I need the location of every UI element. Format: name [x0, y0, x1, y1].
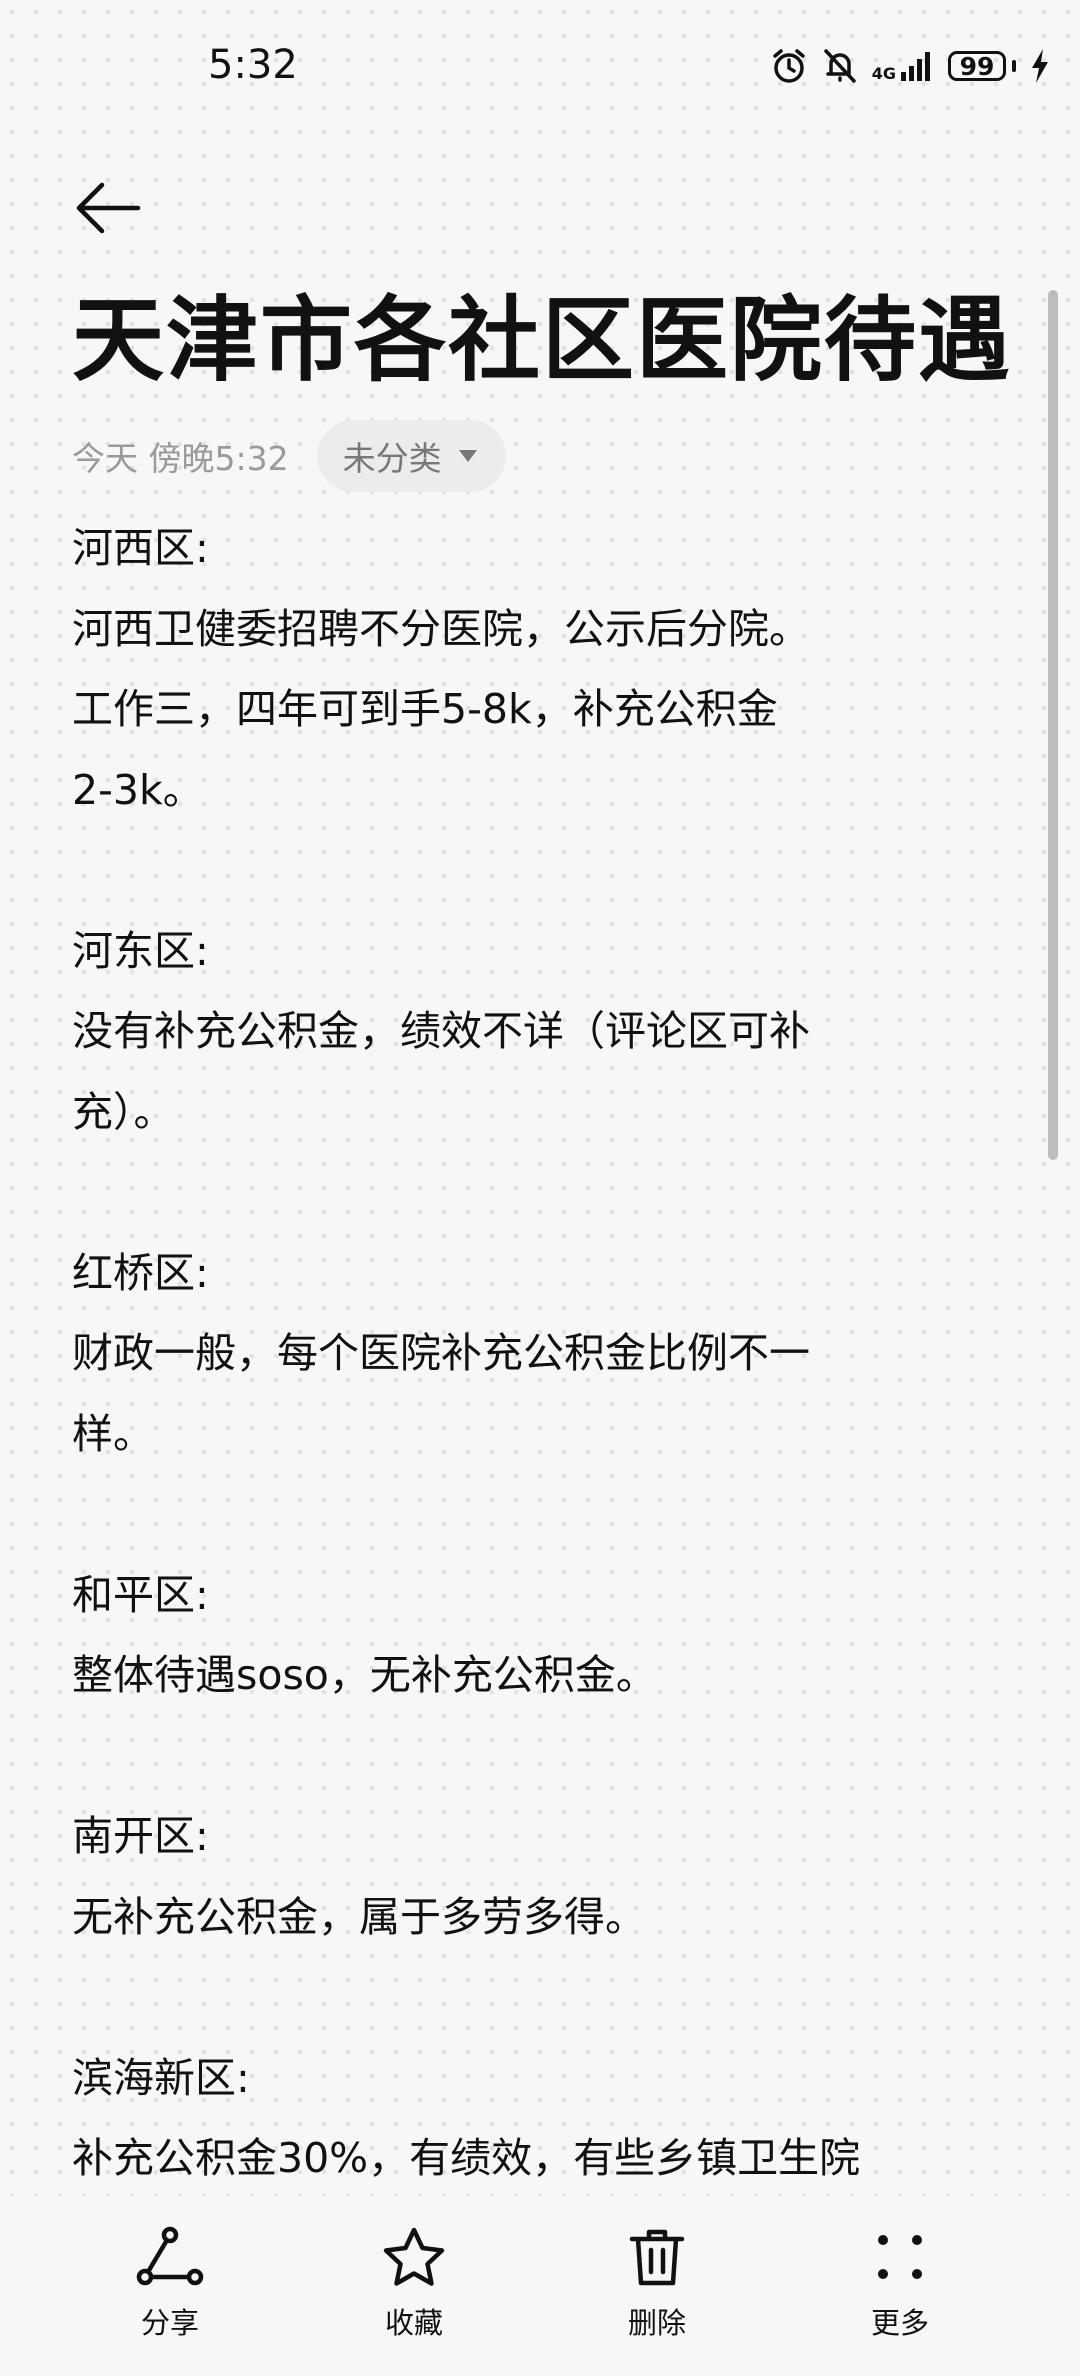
note-timestamp: 今天 傍晚5:32: [72, 439, 289, 478]
network-type: 4G: [871, 64, 896, 83]
note-title[interactable]: 天津市各社区医院待遇: [72, 290, 1012, 391]
trash-icon: [629, 2229, 685, 2286]
share-button[interactable]: 分享: [100, 2226, 240, 2342]
more-label: 更多: [870, 2306, 929, 2340]
status-time: 5:32: [208, 42, 298, 88]
favorite-button[interactable]: 收藏: [344, 2226, 484, 2342]
back-button[interactable]: [72, 172, 144, 244]
status-bar: 5:32 4G 99: [0, 0, 1080, 130]
bottom-toolbar: 分享 收藏 删除 更多: [0, 2196, 1080, 2376]
delete-label: 删除: [627, 2306, 686, 2340]
star-icon: [383, 2227, 445, 2286]
category-selector[interactable]: 未分类: [316, 420, 506, 492]
more-dots-icon: [878, 2235, 922, 2279]
more-button[interactable]: 更多: [830, 2226, 970, 2342]
share-icon: [136, 2226, 204, 2286]
favorite-label: 收藏: [384, 2306, 443, 2340]
share-label: 分享: [140, 2306, 199, 2340]
scrollbar-thumb[interactable]: [1048, 290, 1058, 1160]
charging-icon: [1032, 49, 1048, 83]
arrow-left-icon: [76, 182, 141, 234]
note-meta: 今天 傍晚5:32 未分类: [72, 420, 506, 492]
note-body[interactable]: 河西区: 河西卫健委招聘不分医院，公示后分院。 工作三，四年可到手5-8k，补充…: [72, 508, 1012, 2199]
mute-icon: [823, 49, 856, 83]
caret-down-icon: [458, 450, 477, 462]
battery-level: 99: [948, 51, 1006, 81]
signal-icon: 4G: [872, 50, 934, 82]
alarm-icon: [772, 49, 805, 83]
status-icons: 4G 99: [770, 46, 1050, 86]
category-label: 未分类: [342, 439, 442, 478]
delete-button[interactable]: 删除: [587, 2226, 727, 2342]
battery-icon: 99: [948, 51, 1016, 81]
